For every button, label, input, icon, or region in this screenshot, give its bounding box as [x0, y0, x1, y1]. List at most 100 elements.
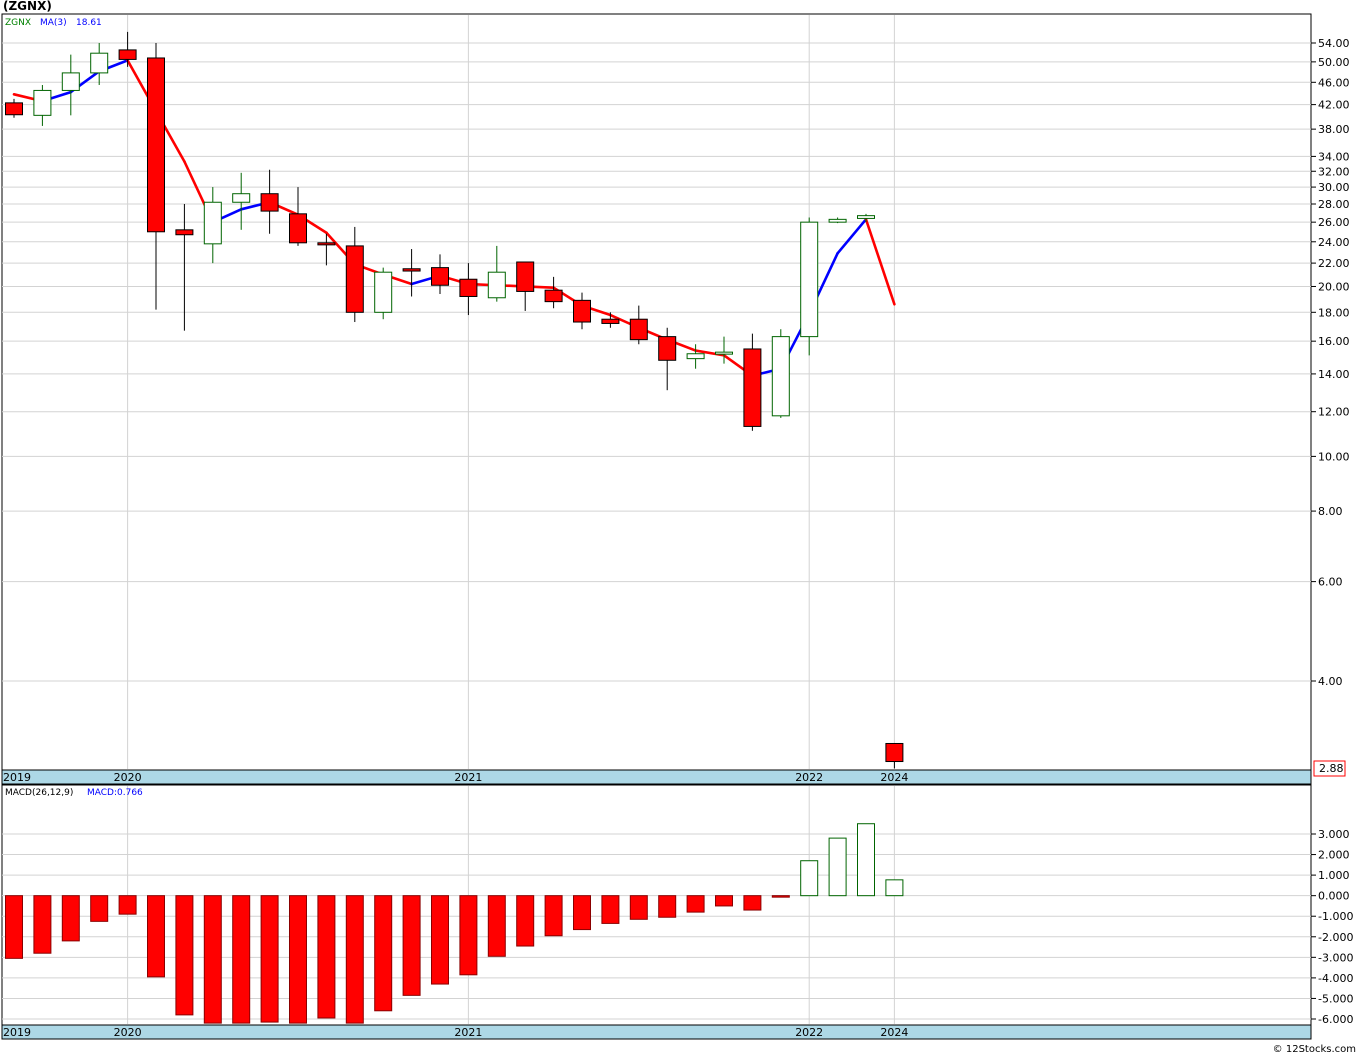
x-axis-label: 2019	[3, 1026, 31, 1039]
candle-body	[33, 89, 52, 116]
candle-body	[402, 268, 421, 272]
macd-bar	[743, 895, 762, 911]
macd-tick-label: -5.000	[1318, 992, 1353, 1005]
candle-body	[715, 351, 733, 355]
price-tick-label: 24.00	[1318, 236, 1350, 249]
chart-title: (ZGNX)	[3, 0, 52, 13]
macd-tick-label: -4.000	[1318, 972, 1353, 985]
stock-chart: 54.00 50.00 46.00 42.00 38.00 34.00 32.00 30.00…	[1, 0, 1356, 1055]
macd-legend-value: MACD:0.766	[87, 788, 143, 798]
candle-body	[5, 102, 23, 116]
candle-body	[203, 201, 222, 245]
macd-tick-label: 3.000	[1318, 828, 1350, 841]
price-tick-label: 26.00	[1318, 216, 1350, 229]
macd-tick-label: 2.000	[1318, 849, 1350, 862]
price-tick-label: 4.00	[1318, 675, 1343, 688]
macd-bar	[828, 837, 847, 897]
macd-bar	[544, 895, 563, 937]
x-axis-label: 2024	[880, 1026, 908, 1039]
macd-bar	[260, 895, 279, 1023]
macd-bar	[5, 895, 23, 959]
candle-body	[857, 215, 875, 219]
candle-body	[459, 278, 478, 297]
candle-body	[885, 742, 904, 763]
macd-bar	[345, 895, 364, 1024]
candle-body	[601, 318, 620, 324]
price-tick-label: 10.00	[1318, 450, 1350, 463]
candle-body	[374, 271, 393, 313]
candle-body	[431, 267, 449, 286]
x-axis-label: 2019	[3, 771, 31, 784]
candle-body	[260, 193, 279, 212]
macd-bar	[885, 879, 904, 897]
candle-body	[771, 336, 790, 417]
candle-body	[544, 289, 563, 303]
macd-bar	[175, 895, 194, 1016]
macd-bar	[289, 895, 307, 1024]
price-tick-label: 54.00	[1318, 37, 1350, 50]
candle-body	[118, 49, 137, 60]
price-panel	[1, 13, 1312, 771]
macd-bar	[374, 895, 393, 1012]
macd-tick-label: -1.000	[1318, 910, 1353, 923]
macd-bar	[90, 895, 109, 922]
macd-tick-label: -6.000	[1318, 1013, 1353, 1026]
candle-body	[90, 52, 109, 74]
macd-x-axis-band	[1, 1024, 1312, 1040]
macd-tick-label: 1.000	[1318, 869, 1350, 882]
macd-bar	[203, 895, 222, 1024]
x-axis-label: 2022	[795, 771, 823, 784]
candle-body	[232, 193, 251, 203]
candle-body	[743, 348, 762, 427]
candle-body	[317, 242, 336, 246]
x-axis-label: 2021	[454, 1026, 482, 1039]
price-tick-label: 30.00	[1318, 181, 1350, 194]
macd-bar	[857, 823, 875, 897]
macd-bar	[800, 860, 819, 897]
macd-bar	[573, 895, 591, 931]
candle-body	[289, 213, 307, 244]
macd-bar	[771, 895, 790, 898]
price-tick-label: 6.00	[1318, 576, 1343, 589]
legend-ma-value: 18.61	[76, 18, 102, 28]
candle-body	[629, 318, 648, 341]
x-axis-label: 2021	[454, 771, 482, 784]
macd-bar	[658, 895, 677, 918]
price-tick-label: 42.00	[1318, 99, 1350, 112]
price-tick-label: 32.00	[1318, 165, 1350, 178]
price-tick-label: 14.00	[1318, 368, 1350, 381]
macd-panel	[1, 784, 1312, 1026]
x-axis-label: 2020	[114, 771, 142, 784]
macd-tick-label: -2.000	[1318, 931, 1353, 944]
macd-bar	[317, 895, 336, 1019]
price-tick-label: 16.00	[1318, 335, 1350, 348]
price-tick-label: 20.00	[1318, 280, 1350, 293]
macd-legend-title: MACD(26,12,9)	[5, 788, 73, 798]
candle-body	[800, 221, 819, 338]
macd-bar	[118, 895, 137, 915]
price-x-axis-band	[1, 769, 1312, 785]
macd-tick-label: 0.000	[1318, 890, 1350, 903]
price-tick-label: 18.00	[1318, 306, 1350, 319]
macd-bar	[33, 895, 52, 954]
macd-bar	[601, 895, 620, 924]
macd-y-axis: 3.000 2.000 1.000 0.000 -1.000 -2.000 -3.000 -4…	[1311, 828, 1353, 1026]
macd-bar	[516, 895, 535, 947]
price-tick-label: 46.00	[1318, 76, 1350, 89]
legend-ma: MA(3)	[40, 18, 67, 28]
price-tick-label: 34.00	[1318, 150, 1350, 163]
price-tick-label: 50.00	[1318, 56, 1350, 69]
macd-bar	[431, 895, 449, 985]
last-price: 2.88	[1319, 762, 1344, 775]
candle-body	[487, 271, 506, 299]
candle-body	[345, 245, 364, 313]
x-axis-label: 2020	[114, 1026, 142, 1039]
price-tick-label: 28.00	[1318, 198, 1350, 211]
candle-body	[573, 299, 591, 323]
macd-bar	[686, 895, 705, 913]
macd-bar	[629, 895, 648, 920]
candle-body	[686, 353, 705, 360]
macd-bar	[402, 895, 421, 996]
macd-bar	[147, 895, 165, 978]
macd-bar	[232, 895, 251, 1024]
